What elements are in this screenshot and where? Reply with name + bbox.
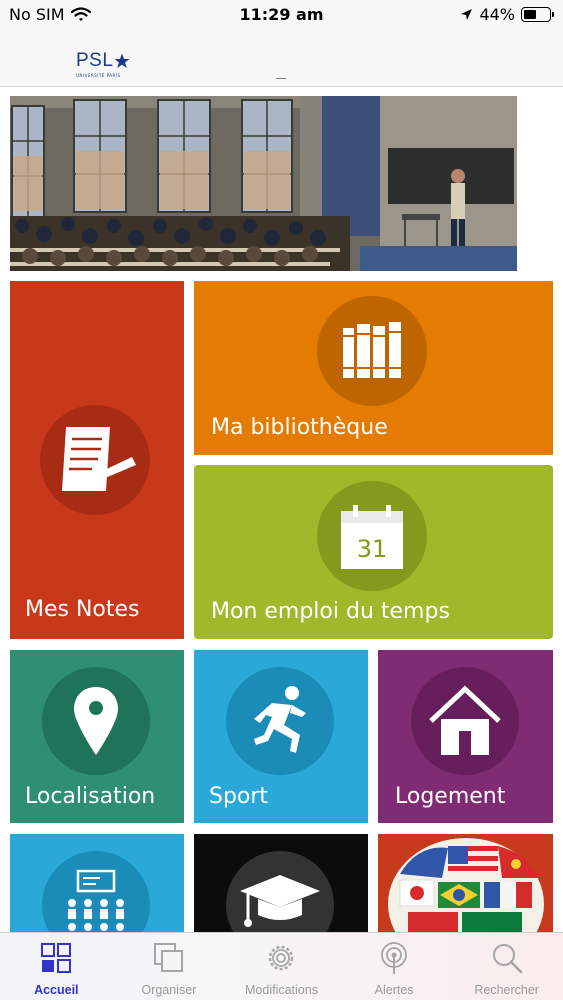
tile-international[interactable] [378, 834, 553, 932]
status-bar: No SIM 11:29 am 44% [0, 0, 563, 30]
tile-localisation[interactable]: Localisation [10, 650, 184, 823]
star-icon [114, 53, 130, 68]
tab-organiser[interactable]: Organiser [113, 933, 226, 1000]
tab-label-modifications: Modifications [245, 983, 318, 997]
logo-subtitle: UNIVERSITÉ PARIS [76, 73, 121, 78]
battery-percent: 44% [479, 5, 515, 24]
psl-logo: PSL UNIVERSITÉ PARIS [76, 50, 130, 78]
tile-mes-notes[interactable]: Mes Notes [10, 281, 184, 639]
tile-logement[interactable]: Logement [378, 650, 553, 823]
graduation-cap-icon [240, 875, 320, 927]
tab-label-rechercher: Rechercher [474, 983, 539, 997]
classroom-icon [68, 869, 124, 931]
running-person-icon [254, 686, 306, 753]
tab-accueil[interactable]: Accueil [0, 933, 113, 1000]
battery-icon [521, 7, 554, 22]
house-icon [429, 685, 501, 755]
localisation-icon-circle [42, 667, 150, 775]
books-icon [343, 322, 401, 378]
map-pin-icon [74, 687, 118, 755]
location-arrow-icon [461, 9, 473, 20]
tile-graduation[interactable] [194, 834, 368, 932]
tab-label-organiser: Organiser [141, 983, 197, 997]
logo-text: PSL [76, 50, 114, 71]
flags-globe-icon [388, 838, 544, 932]
tile-classroom[interactable] [10, 834, 184, 932]
tile-mon-emploi-du-temps[interactable]: 31 Mon emploi du temps [194, 465, 553, 639]
tile-ma-bibliotheque[interactable]: Ma bibliothèque [194, 281, 553, 455]
tab-label-accueil: Accueil [34, 983, 79, 997]
tab-alertes[interactable]: Alertes [338, 933, 451, 1000]
hero-image [10, 96, 517, 271]
gear-icon [269, 945, 294, 971]
tab-modifications[interactable]: Modifications [225, 933, 338, 1000]
tile-label-localisation: Localisation [25, 784, 156, 809]
graduation-icon-circle [226, 851, 334, 932]
tile-label-mes-notes: Mes Notes [25, 597, 140, 622]
tab-bar: Accueil Organiser Modifications Alertes … [0, 932, 563, 1000]
document-edit-icon [62, 427, 136, 491]
books-icon-circle [317, 296, 427, 406]
status-right: 44% [460, 5, 554, 24]
grid-icon [41, 943, 72, 973]
app-header: PSL UNIVERSITÉ PARIS [0, 30, 563, 87]
tile-label-mon-emploi-du-temps: Mon emploi du temps [211, 599, 450, 624]
logement-icon-circle [411, 667, 519, 775]
tab-rechercher[interactable]: Rechercher [450, 933, 563, 1000]
tab-label-alertes: Alertes [374, 983, 414, 997]
tile-label-sport: Sport [209, 784, 269, 809]
tile-sport[interactable]: Sport [194, 650, 368, 823]
classroom-icon-circle [42, 851, 150, 932]
stacked-squares-icon [153, 943, 183, 972]
calendar-day: 31 [356, 535, 388, 563]
header-divider-mark [276, 78, 286, 82]
notes-icon-circle [40, 405, 150, 515]
calendar-icon-circle: 31 [317, 481, 427, 591]
search-icon [492, 944, 522, 974]
sport-icon-circle [226, 667, 334, 775]
broadcast-icon [381, 942, 407, 974]
tile-label-ma-bibliotheque: Ma bibliothèque [211, 415, 388, 440]
tile-label-logement: Logement [395, 784, 506, 809]
